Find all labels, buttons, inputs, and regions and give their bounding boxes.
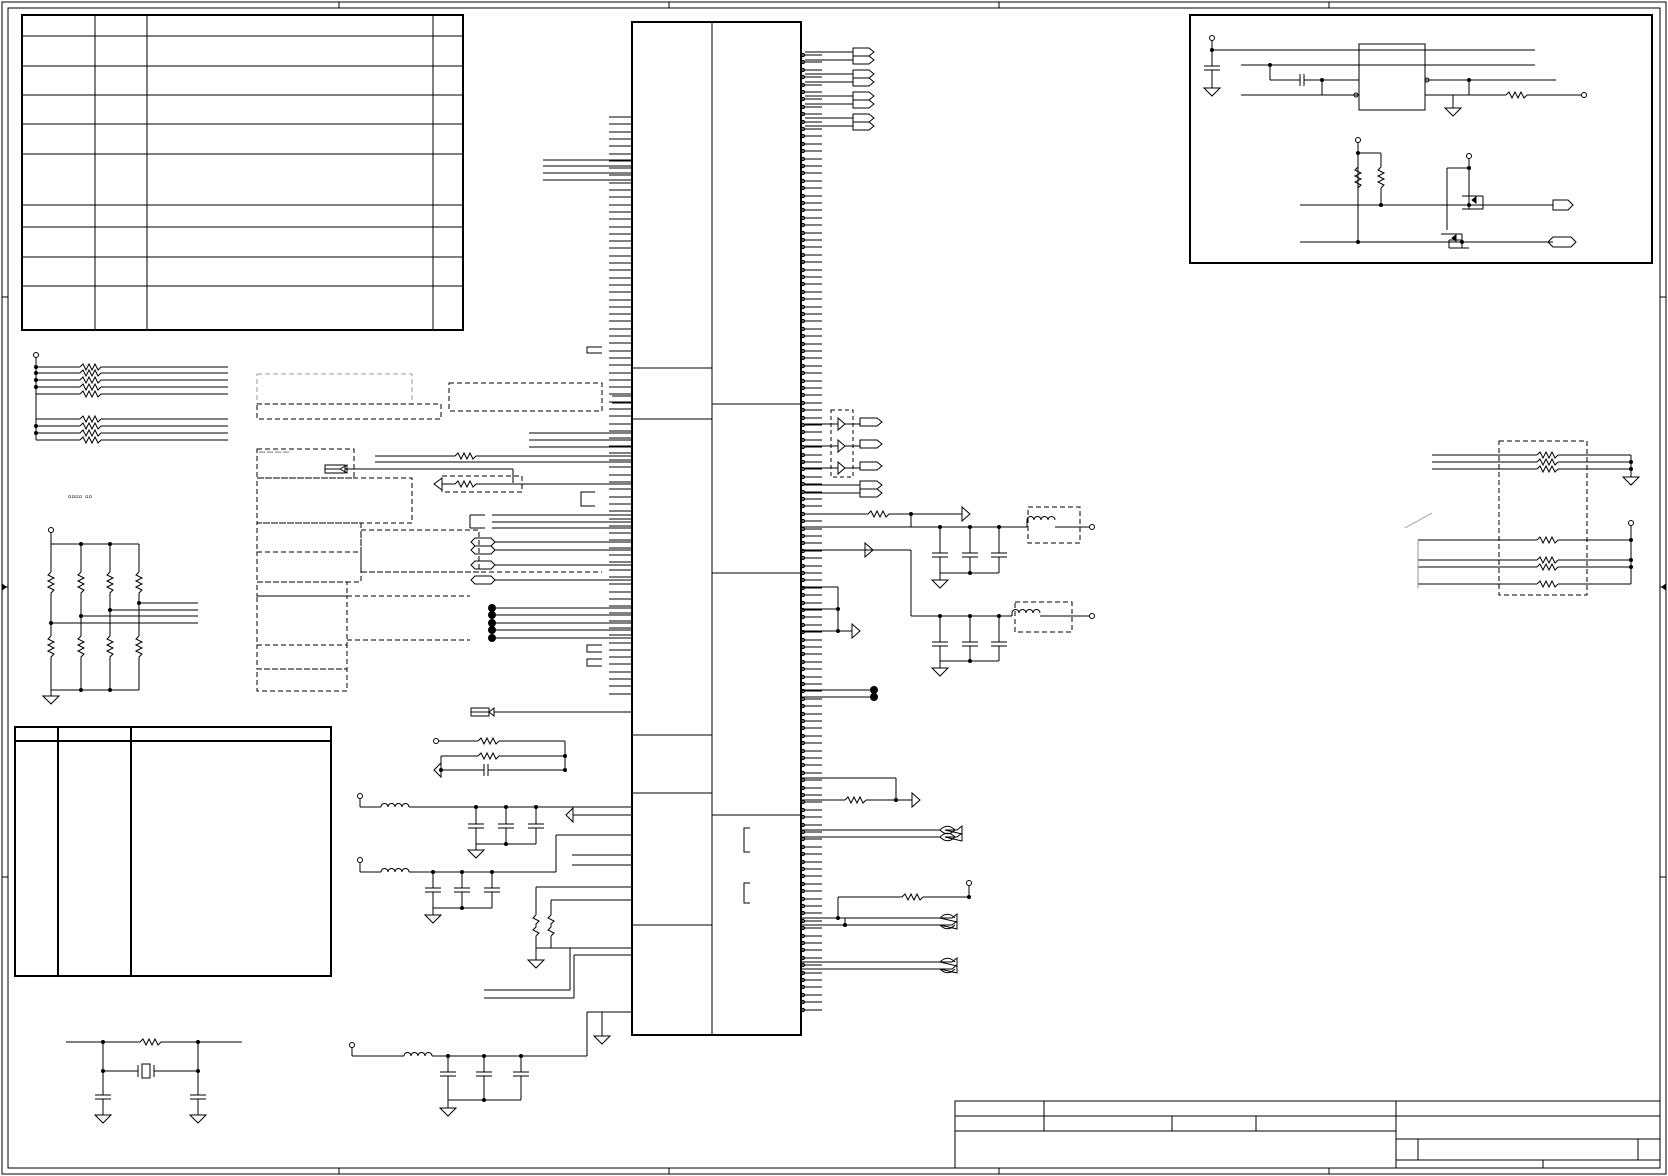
right-resistor-array — [1404, 440, 1641, 596]
ic-right-pins — [800, 52, 822, 1013]
power-filter-3 — [349, 1011, 602, 1117]
power-filter-2 — [357, 834, 632, 924]
main-ic — [631, 21, 802, 1036]
lower-buses — [484, 948, 632, 1045]
power-filter-1 — [357, 793, 632, 859]
title-block — [954, 1100, 1661, 1169]
divider-resistor-bank — [41, 527, 198, 705]
sheet-border — [1, 1, 1667, 1175]
left-signal-buses — [324, 159, 632, 718]
crystal-oscillator — [66, 1037, 242, 1124]
pin-table — [14, 726, 332, 977]
note-label: ▫▫▫▫ ▫▫ — [68, 492, 92, 503]
pulldown-pair — [526, 886, 632, 969]
rc-network — [433, 736, 567, 779]
schematic-canvas: ▫▫▫▫ ▫▫ ▫▫▫ ▫▫▫ ▫▫▫ ▫▫▫ — [0, 0, 1668, 1176]
dashed-net-groups — [256, 373, 603, 692]
right-side-nets — [801, 47, 1095, 974]
tiny-net-label: ▫▫▫ ▫▫▫ ▫▫▫ ▫▫▫ — [259, 450, 290, 456]
revision-table — [21, 14, 464, 331]
pullup-resistor-bank — [33, 352, 228, 445]
ic-left-pins — [609, 116, 632, 695]
regulator-block — [1189, 14, 1653, 264]
